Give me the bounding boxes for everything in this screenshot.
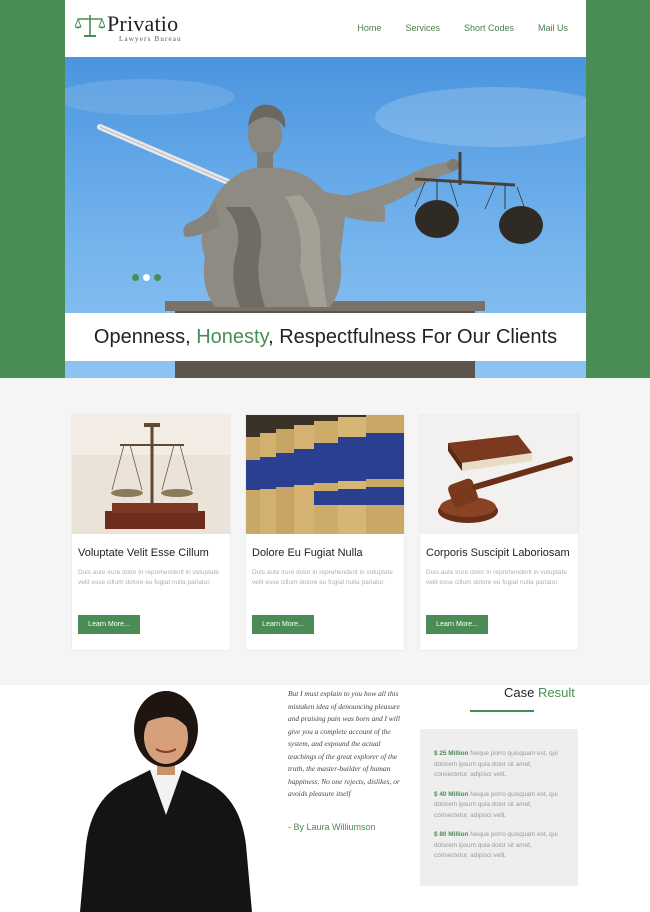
learn-more-button[interactable]: Learn More...	[78, 615, 140, 634]
case-result-item: $ 25 Million Neque porro quisquam est, q…	[434, 749, 566, 781]
hero-slider: Openness, Honesty, Respectfulness For Ou…	[65, 57, 586, 378]
nav-home[interactable]: Home	[357, 23, 381, 33]
case-title-accent: Result	[537, 685, 575, 700]
balance-scale-image	[72, 415, 230, 534]
nav-mail-us[interactable]: Mail Us	[538, 23, 568, 33]
site-header: Privatio Lawyers Bureau Home Services Sh…	[65, 0, 586, 57]
case-result-item: $ 80 Million Neque porro quisquam est, q…	[434, 830, 566, 862]
case-result-divider	[470, 710, 534, 712]
service-description: Duis aute irure dolor in reprehenderit i…	[252, 569, 393, 586]
service-card: Dolore Eu Fugiat Nulla Duis aute irure d…	[245, 414, 405, 651]
service-description: Duis aute irure dolor in reprehenderit i…	[78, 569, 219, 586]
hero-tagline: Openness, Honesty, Respectfulness For Ou…	[94, 326, 557, 349]
case-amount: $ 40 Million	[434, 790, 469, 798]
case-amount: $ 80 Million	[434, 831, 469, 838]
brand-name: Privatio	[107, 11, 179, 36]
case-result-item: $ 40 Million Neque porro quisquam est, q…	[434, 790, 566, 822]
services-section: Voluptate Velit Esse Cillum Duis aute ir…	[0, 378, 650, 685]
testimonial-author: - By Laura Williumson	[288, 822, 376, 832]
hero-tagline-part2: , Respectfulness For Our Clients	[268, 325, 558, 348]
service-title: Dolore Eu Fugiat Nulla	[252, 547, 363, 559]
nav-services[interactable]: Services	[405, 23, 440, 33]
case-title-part1: Case	[504, 685, 538, 700]
hero-tagline-accent: Honesty	[196, 325, 269, 348]
service-title: Voluptate Velit Esse Cillum	[78, 547, 209, 559]
nav-short-codes[interactable]: Short Codes	[464, 23, 514, 33]
slider-dot[interactable]	[132, 274, 139, 281]
slider-dots	[132, 274, 161, 281]
brand-tagline: Lawyers Bureau	[119, 35, 182, 43]
scale-logo-icon	[75, 15, 105, 37]
site-logo[interactable]: Privatio Lawyers Bureau	[75, 11, 205, 45]
about-section: But I must explain to you how all this m…	[0, 685, 650, 912]
attorney-portrait-image	[80, 691, 252, 912]
learn-more-button[interactable]: Learn More...	[252, 615, 314, 634]
main-nav: Home Services Short Codes Mail Us	[333, 23, 568, 33]
hero-tagline-part1: Openness,	[93, 325, 197, 348]
learn-more-button[interactable]: Learn More...	[426, 615, 488, 634]
law-books-image	[246, 415, 404, 534]
service-description: Duis aute irure dolor in reprehenderit i…	[426, 569, 567, 586]
service-card: Voluptate Velit Esse Cillum Duis aute ir…	[71, 414, 231, 651]
slider-dot-active[interactable]	[143, 274, 150, 281]
case-result-title: Case Result	[504, 685, 575, 700]
case-amount: $ 25 Million	[434, 750, 469, 757]
service-card: Corporis Suscipit Laboriosam Duis aute i…	[419, 414, 579, 651]
service-title: Corporis Suscipit Laboriosam	[426, 547, 570, 559]
testimonial-quote: But I must explain to you how all this m…	[288, 689, 400, 798]
slider-dot[interactable]	[154, 274, 161, 281]
case-result-box: $ 25 Million Neque porro quisquam est, q…	[420, 729, 578, 886]
gavel-image	[420, 415, 578, 534]
hero-caption: Openness, Honesty, Respectfulness For Ou…	[65, 313, 586, 361]
